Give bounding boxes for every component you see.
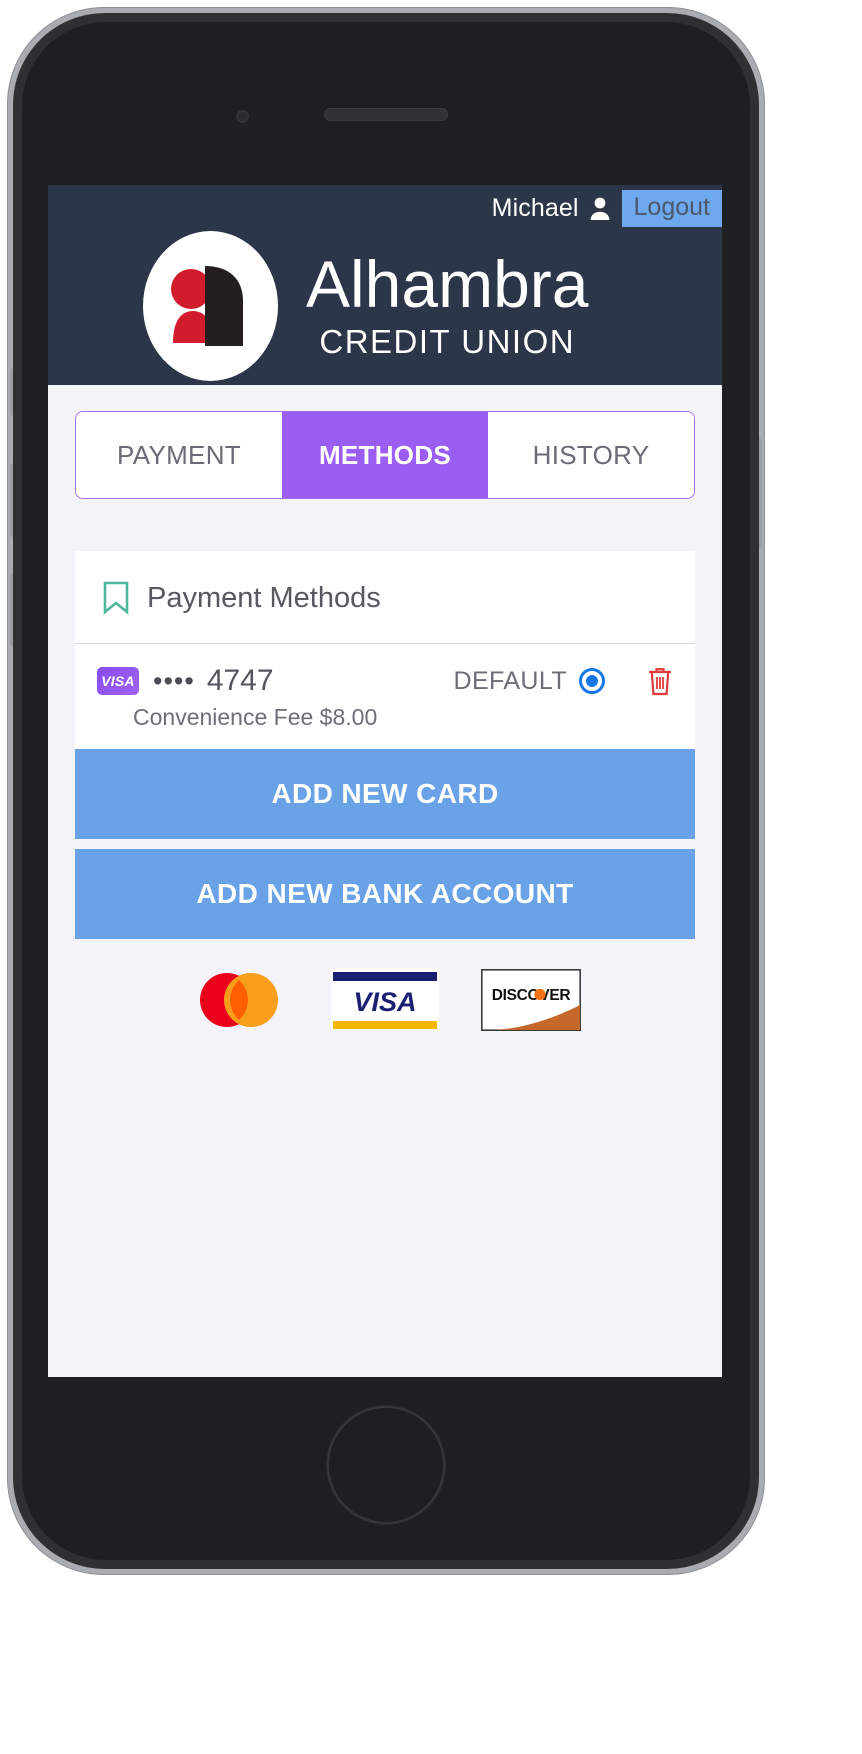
bookmark-icon <box>103 581 129 615</box>
brand-name: Alhambra <box>306 247 589 321</box>
home-button[interactable] <box>327 1406 445 1524</box>
add-new-bank-account-button[interactable]: ADD NEW BANK ACCOUNT <box>75 849 695 939</box>
visa-badge: VISA <box>97 667 139 695</box>
accepted-card-brands: VISA DISCOVER <box>48 969 722 1031</box>
brand-subtitle: CREDIT UNION <box>319 323 576 360</box>
screenshot-stage: Michael Logout Alhambra CREDIT UNION PAY… <box>0 0 862 1754</box>
panel-title: Payment Methods <box>147 581 381 614</box>
default-radio[interactable] <box>579 668 605 694</box>
panel-header: Payment Methods <box>75 551 695 644</box>
tab-bar: PAYMENT METHODS HISTORY <box>75 411 695 499</box>
earpiece-speaker <box>324 108 448 121</box>
discover-logo-icon: DISCOVER <box>481 969 581 1031</box>
logo-mark-icon <box>171 266 243 346</box>
payment-methods-panel: Payment Methods VISA •••• 4747 DEFAULT C… <box>75 551 695 749</box>
header-top-bar: Michael Logout <box>492 185 722 231</box>
alhambra-logo <box>143 231 278 381</box>
front-camera <box>236 110 249 123</box>
payment-method-row: VISA •••• 4747 DEFAULT <box>75 644 695 704</box>
tab-methods[interactable]: METHODS <box>282 412 488 498</box>
tab-history[interactable]: HISTORY <box>488 412 694 498</box>
add-new-card-button[interactable]: ADD NEW CARD <box>75 749 695 839</box>
card-last4: 4747 <box>206 664 274 697</box>
svg-text:DISCOVER: DISCOVER <box>492 987 571 1004</box>
visa-logo-icon: VISA <box>331 969 439 1031</box>
user-name: Michael <box>491 193 579 222</box>
brand-text: Alhambra CREDIT UNION <box>306 251 588 361</box>
phone-screen: Michael Logout Alhambra CREDIT UNION PAY… <box>48 185 722 1377</box>
app-header: Michael Logout Alhambra CREDIT UNION <box>48 185 722 385</box>
default-label: DEFAULT <box>453 666 567 695</box>
card-mask: •••• <box>153 665 195 696</box>
person-icon <box>590 197 609 220</box>
tab-payment[interactable]: PAYMENT <box>76 412 282 498</box>
logout-button[interactable]: Logout <box>621 189 722 227</box>
user-chip[interactable]: Michael <box>492 194 622 223</box>
convenience-fee: Convenience Fee $8.00 <box>133 704 378 730</box>
mastercard-logo-icon <box>200 973 278 1027</box>
brand-row: Alhambra CREDIT UNION <box>48 227 722 385</box>
trash-icon[interactable] <box>647 666 673 696</box>
svg-text:VISA: VISA <box>353 987 416 1017</box>
